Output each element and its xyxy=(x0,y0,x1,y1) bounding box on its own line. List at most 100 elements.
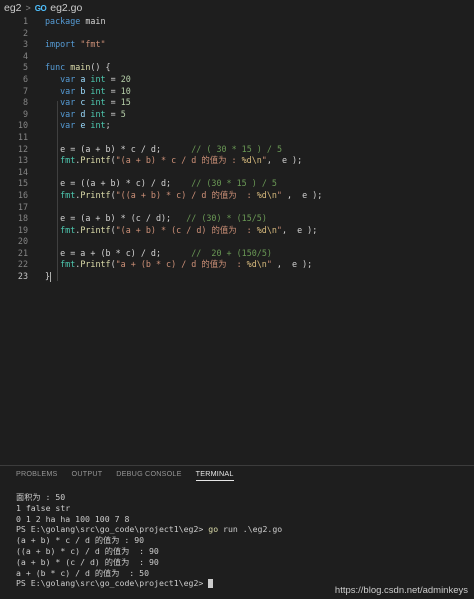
line-number: 21 xyxy=(17,247,28,258)
number-literal: 5 xyxy=(120,108,126,119)
variable: a xyxy=(75,73,91,84)
go-file-icon: GO xyxy=(34,3,47,13)
code-line: 15 e = ((a + b) * c) / d; // (30 * 15 ) … xyxy=(0,178,474,190)
line-number: 12 xyxy=(17,143,28,154)
terminal-cursor xyxy=(208,579,214,589)
code-line: 19 fmt.Printf("(a + b) * (c / d) 的值为 : %… xyxy=(0,225,474,237)
terminal-line: a + (b * c) / d 的值为 : 50 xyxy=(16,567,150,578)
keyword: var xyxy=(60,73,76,84)
terminal-prompt: PS E:\golang\src\go_code\project1\eg2> xyxy=(16,578,204,589)
terminal-command-args: run .\eg2.go xyxy=(218,524,283,535)
keyword: var xyxy=(60,97,76,108)
code-line: 17 xyxy=(0,202,474,214)
string-literal: "(a + b) * c / d 的值为 : xyxy=(115,155,242,166)
code-text: , e ); xyxy=(281,224,318,235)
tab-terminal[interactable]: TERMINAL xyxy=(195,469,234,481)
code-text: , e ); xyxy=(281,189,323,200)
code-line: 14 xyxy=(0,167,474,179)
breadcrumb: eg2 > GO eg2.go xyxy=(0,0,474,16)
code-line: 20 xyxy=(0,236,474,248)
line-number: 16 xyxy=(17,189,28,200)
format-verb: %d\n xyxy=(241,155,262,166)
code-text: e = (a + b) * c / d; xyxy=(60,143,161,154)
bottom-panel: PROBLEMS OUTPUT DEBUG CONSOLE TERMINAL 面… xyxy=(0,465,474,599)
code-text: e = ((a + b) * c) / d; xyxy=(60,178,172,189)
terminal-prompt-line: PS E:\golang\src\go_code\project1\eg2> g… xyxy=(16,524,474,535)
type: int xyxy=(90,97,106,108)
code-text: = xyxy=(105,85,121,96)
string-literal: "((a + b) * c) / d 的值为 : xyxy=(115,189,257,200)
code-line: 21 e = a + (b * c) / d; // 20 + (150/5) xyxy=(0,248,474,260)
format-verb: %d\n xyxy=(256,189,277,200)
variable: b xyxy=(75,85,91,96)
code-text: , e ); xyxy=(266,155,303,166)
code-line: 10 var e int; xyxy=(0,120,474,132)
comment: // 20 + (150/5) xyxy=(191,247,272,258)
code-text: e = (a + b) * (c / d); xyxy=(60,213,172,224)
code-line: 3 import "fmt" xyxy=(0,39,474,51)
line-number: 11 xyxy=(17,131,28,142)
number-literal: 15 xyxy=(120,97,131,108)
terminal-line: (a + b) * (c / d) 的值为 : 90 xyxy=(16,556,159,567)
keyword: var xyxy=(60,120,76,131)
string-literal: "a + (b * c) / d 的值为 : xyxy=(115,259,247,270)
number-literal: 20 xyxy=(120,73,131,84)
code-text: , e ); xyxy=(271,259,313,270)
line-number: 17 xyxy=(17,201,28,212)
breadcrumb-file[interactable]: eg2.go xyxy=(50,2,82,14)
line-number: 5 xyxy=(22,62,28,73)
watermark: https://blog.csdn.net/adminkeys xyxy=(334,585,468,596)
code-line: 4 xyxy=(0,51,474,63)
tab-output[interactable]: OUTPUT xyxy=(72,469,103,480)
variable: e xyxy=(75,120,91,131)
code-line: 23} xyxy=(0,271,474,283)
string-literal: "fmt" xyxy=(80,39,106,50)
line-number: 4 xyxy=(22,50,28,61)
function-name: Printf xyxy=(80,224,111,235)
code-text: = xyxy=(105,73,121,84)
terminal[interactable]: 面积为 : 50 1 false str 0 1 2 ha ha 100 100… xyxy=(0,483,474,589)
line-number: 14 xyxy=(17,166,28,177)
package-name: fmt xyxy=(60,259,76,270)
type: int xyxy=(90,120,106,131)
text-cursor xyxy=(50,271,52,282)
code-line: 5 func main() { xyxy=(0,62,474,74)
keyword: package xyxy=(45,16,81,26)
keyword: var xyxy=(60,108,76,119)
code-line: 7 var b int = 10 xyxy=(0,86,474,98)
code-text: () { xyxy=(90,62,111,73)
code-line: 6 var a int = 20 xyxy=(0,74,474,86)
code-line: 11 xyxy=(0,132,474,144)
code-line: 2 xyxy=(0,28,474,40)
code-editor[interactable]: 1 package main 2 3 import "fmt" 4 5 func ma… xyxy=(0,16,474,286)
line-number: 19 xyxy=(17,224,28,235)
keyword: import xyxy=(45,39,76,50)
code-line: 18 e = (a + b) * (c / d); // (30) * (15/… xyxy=(0,213,474,225)
line-number: 20 xyxy=(17,236,28,247)
variable: c xyxy=(75,97,91,108)
function-name: main xyxy=(70,62,91,73)
line-number: 22 xyxy=(17,259,28,270)
code-text: = xyxy=(105,97,121,108)
terminal-line: ((a + b) * c) / d 的值为 : 90 xyxy=(16,545,159,556)
breadcrumb-folder[interactable]: eg2 xyxy=(4,2,22,14)
comment: // (30 * 15 ) / 5 xyxy=(191,178,277,189)
number-literal: 10 xyxy=(120,85,131,96)
tab-problems[interactable]: PROBLEMS xyxy=(16,469,58,480)
function-name: Printf xyxy=(80,155,111,166)
type: int xyxy=(90,85,106,96)
line-number: 9 xyxy=(22,108,28,119)
code-line: 1 package main xyxy=(0,16,474,28)
function-name: Printf xyxy=(80,259,111,270)
package-name: fmt xyxy=(60,224,76,235)
tab-debug-console[interactable]: DEBUG CONSOLE xyxy=(116,469,181,480)
code-line: 9 var d int = 5 xyxy=(0,109,474,121)
type: int xyxy=(90,108,106,119)
keyword: func xyxy=(45,62,66,73)
line-number: 18 xyxy=(17,213,28,224)
comment: // ( 30 * 15 ) / 5 xyxy=(191,143,283,154)
line-number: 1 xyxy=(22,16,28,26)
terminal-line: 面积为 : 50 xyxy=(16,492,66,502)
line-number: 3 xyxy=(22,39,28,50)
line-number: 15 xyxy=(17,178,28,189)
